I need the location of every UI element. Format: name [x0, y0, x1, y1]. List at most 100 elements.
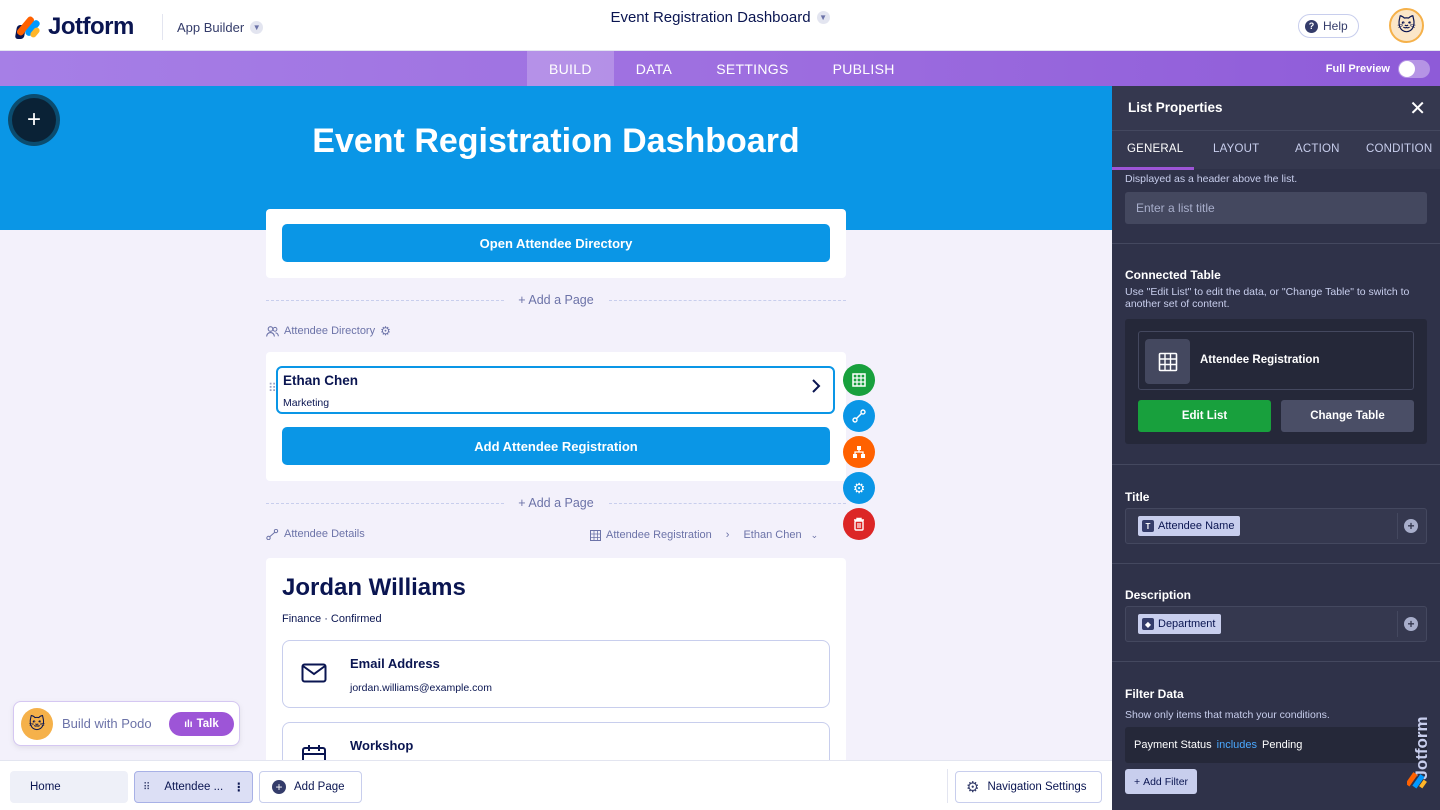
tab-condition[interactable]: CONDITION	[1366, 143, 1432, 155]
hierarchy-icon[interactable]	[843, 436, 875, 468]
add-element-button[interactable]: +	[8, 94, 60, 146]
detail-name: Jordan Williams	[282, 574, 466, 601]
hero-title: Event Registration Dashboard	[312, 122, 800, 160]
podo-avatar-icon: 🐱	[21, 708, 53, 740]
talk-button[interactable]: ılı Talk	[169, 712, 234, 736]
list-item-subtitle: Marketing	[283, 397, 330, 409]
add-attendee-registration-button[interactable]: Add Attendee Registration	[282, 427, 830, 465]
page-label-attendee-directory[interactable]: Attendee Directory ⚙	[266, 324, 391, 338]
chevron-down-icon: ▼	[816, 11, 830, 24]
breadcrumb-record[interactable]: Ethan Chen	[743, 529, 801, 541]
description-tag-label: Department	[1158, 618, 1216, 630]
add-filter-label: Add Filter	[1143, 775, 1189, 788]
page-label-text: Attendee Directory	[284, 325, 376, 337]
change-table-button[interactable]: Change Table	[1281, 400, 1414, 432]
description-heading: Description	[1125, 588, 1192, 602]
breadcrumb: Attendee Registration › Ethan Chen ⌄	[590, 529, 818, 541]
table-icon	[1145, 339, 1190, 384]
plus-circle-icon: +	[272, 780, 286, 794]
field-value: jordan.williams@example.com	[350, 682, 492, 694]
plus-circle-icon[interactable]: +	[1404, 519, 1418, 533]
add-page-divider[interactable]: + Add a Page	[266, 293, 846, 307]
more-vertical-icon[interactable]: ⋮	[233, 780, 245, 794]
attendee-detail-card: Jordan Williams Finance · Confirmed Emai…	[266, 558, 846, 760]
list-title-input[interactable]: Enter a list title	[1125, 192, 1427, 224]
description-field-input[interactable]: ◆ Department +	[1125, 606, 1427, 642]
add-page-label: Add Page	[294, 781, 345, 793]
plus-icon: +	[12, 98, 56, 142]
connected-table-card[interactable]: Attendee Registration	[1138, 331, 1414, 390]
app-title[interactable]: Event Registration Dashboard ▼	[0, 9, 1440, 26]
avatar[interactable]: 🐱	[1389, 8, 1424, 43]
drag-handle-icon[interactable]: ⠿	[268, 382, 277, 394]
active-tab-indicator	[1112, 167, 1194, 170]
gear-icon[interactable]: ⚙	[843, 472, 875, 504]
calendar-icon	[301, 744, 329, 760]
add-filter-button[interactable]: + Add Filter	[1125, 769, 1197, 794]
tab-build[interactable]: BUILD	[527, 51, 614, 86]
plus-circle-icon[interactable]: +	[1404, 617, 1418, 631]
trash-icon[interactable]	[843, 508, 875, 540]
tab-action[interactable]: ACTION	[1295, 143, 1340, 155]
close-icon[interactable]: ✕	[1409, 96, 1426, 121]
divider	[1112, 661, 1440, 662]
list-properties-panel: List Properties ✕ GENERAL LAYOUT ACTION …	[1112, 86, 1440, 810]
page-label-text: Attendee Details	[284, 528, 365, 540]
list-item-title: Ethan Chen	[283, 373, 359, 388]
title-field-input[interactable]: T Attendee Name +	[1125, 508, 1427, 544]
workshop-field[interactable]: Workshop	[282, 722, 830, 760]
title-tag[interactable]: T Attendee Name	[1138, 516, 1241, 536]
divider	[1112, 464, 1440, 465]
full-preview-toggle[interactable]	[1398, 60, 1430, 78]
divider	[1112, 563, 1440, 564]
navigation-settings-label: Navigation Settings	[987, 781, 1087, 793]
page-tab-home[interactable]: Home	[10, 771, 128, 803]
tab-publish[interactable]: PUBLISH	[811, 51, 917, 86]
full-preview-label: Full Preview	[1325, 63, 1390, 75]
field-label: Workshop	[350, 738, 414, 753]
pages-bar: Home ⠿ Attendee ... ⋮ + Add Page ⚙ Navig…	[0, 760, 1112, 810]
chevron-right-icon: ›	[725, 529, 730, 541]
divider	[947, 769, 948, 803]
navigation-settings-button[interactable]: ⚙ Navigation Settings	[955, 771, 1102, 803]
app-canvas: Event Registration Dashboard + Open Atte…	[0, 86, 1112, 760]
edit-list-button[interactable]: Edit List	[1138, 400, 1271, 432]
podo-assistant[interactable]: 🐱 Build with Podo ılı Talk	[13, 701, 240, 746]
tab-general[interactable]: GENERAL	[1127, 143, 1183, 155]
chevron-right-icon	[811, 378, 821, 399]
list-item[interactable]: ⠿ Ethan Chen Marketing	[268, 366, 835, 414]
connected-table-box: Attendee Registration Edit List Change T…	[1125, 319, 1427, 444]
description-tag[interactable]: ◆ Department	[1138, 614, 1222, 634]
add-page-label: + Add a Page	[518, 293, 594, 307]
breadcrumb-table[interactable]: Attendee Registration	[606, 529, 712, 541]
divider	[1112, 243, 1440, 244]
chevron-down-icon[interactable]: ⌄	[811, 530, 819, 541]
add-page-button[interactable]: + Add Page	[259, 771, 362, 803]
page-tab-attendee[interactable]: ⠿ Attendee ... ⋮	[134, 771, 253, 803]
add-page-divider[interactable]: + Add a Page	[266, 496, 846, 510]
field-label: Email Address	[350, 656, 440, 671]
panel-header: List Properties ✕	[1112, 86, 1440, 130]
filter-condition[interactable]: Payment Status includes Pending	[1125, 727, 1427, 763]
table-icon[interactable]	[843, 364, 875, 396]
title-tag-label: Attendee Name	[1158, 520, 1235, 532]
drag-handle-icon[interactable]: ⠿	[143, 782, 150, 793]
email-address-field[interactable]: Email Address jordan.williams@example.co…	[282, 640, 830, 708]
filter-data-heading: Filter Data	[1125, 687, 1184, 701]
page-label-attendee-details[interactable]: Attendee Details	[266, 528, 365, 540]
filter-data-hint: Show only items that match your conditio…	[1125, 709, 1330, 721]
link-icon[interactable]	[843, 400, 875, 432]
jotform-watermark: Jotform	[1405, 688, 1437, 798]
builder-nav-bar: BUILD DATA SETTINGS PUBLISH Full Preview	[0, 51, 1440, 86]
help-button[interactable]: ? Help	[1298, 14, 1359, 38]
talk-label: Talk	[196, 718, 219, 730]
envelope-icon	[301, 662, 329, 688]
tab-layout[interactable]: LAYOUT	[1213, 143, 1259, 155]
connected-table-heading: Connected Table	[1125, 268, 1221, 282]
tab-data[interactable]: DATA	[614, 51, 694, 86]
detail-subtitle: Finance · Confirmed	[282, 613, 382, 625]
tab-settings[interactable]: SETTINGS	[694, 51, 810, 86]
connected-table-hint: Use "Edit List" to edit the data, or "Ch…	[1125, 286, 1410, 310]
open-attendee-directory-button[interactable]: Open Attendee Directory	[282, 224, 830, 262]
gear-icon[interactable]: ⚙	[380, 324, 391, 338]
